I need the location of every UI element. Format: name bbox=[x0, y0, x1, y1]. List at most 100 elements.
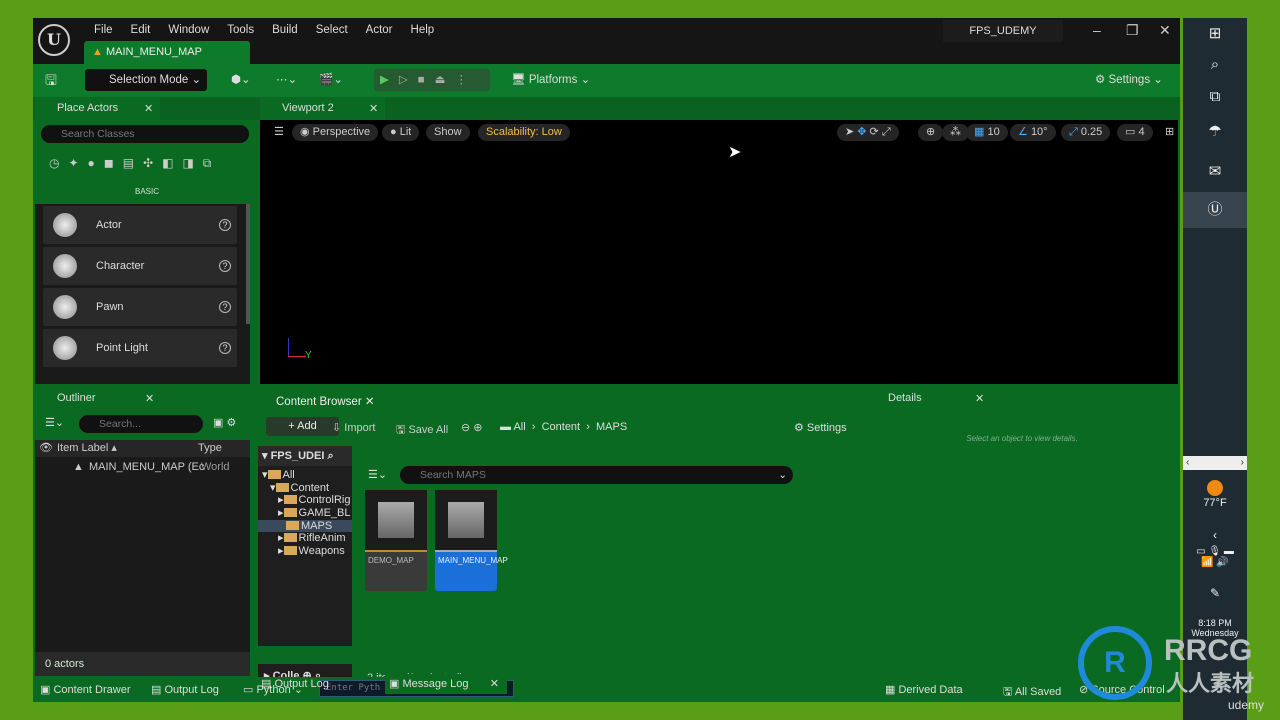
character-item[interactable]: Character? bbox=[43, 247, 237, 285]
tray-icons[interactable]: ▭ 🎙 ▬ 📶 🔊 bbox=[1183, 546, 1247, 568]
unreal-taskbar-icon[interactable]: Ⓤ bbox=[1183, 192, 1247, 228]
tray-expand-icon[interactable]: ‹ bbox=[1183, 528, 1247, 542]
cb-settings-button[interactable]: ⚙ Settings bbox=[794, 421, 847, 434]
import-button[interactable]: ⇩ Import bbox=[332, 421, 375, 434]
search-icon[interactable]: ⌕ bbox=[327, 450, 333, 462]
scalability-badge[interactable]: Scalability: Low bbox=[478, 124, 570, 141]
unreal-logo-icon[interactable]: U bbox=[38, 24, 70, 56]
point-light-item[interactable]: Point Light? bbox=[43, 329, 237, 367]
level-tab[interactable]: ▲ MAIN_MENU_MAP bbox=[84, 41, 250, 64]
folder-item-selected[interactable]: MAPS bbox=[258, 519, 352, 533]
outliner-search-input[interactable]: Search... bbox=[79, 415, 203, 433]
more-icon[interactable]: ⋮ bbox=[456, 74, 478, 86]
actor-item[interactable]: Actor? bbox=[43, 206, 237, 244]
windows-start-icon[interactable]: ⊞ bbox=[1183, 24, 1247, 42]
eject-icon[interactable]: ⏏ bbox=[435, 74, 456, 86]
menu-actor[interactable]: Actor bbox=[357, 21, 402, 39]
nav-history[interactable]: ⊖ ⊕ bbox=[461, 421, 483, 434]
grid-snap[interactable]: ▦ 10 bbox=[966, 124, 1008, 141]
blueprint-icon[interactable]: ⋯⌄ bbox=[276, 69, 297, 91]
menu-edit[interactable]: Edit bbox=[122, 21, 160, 39]
weather-temp[interactable]: 77°F bbox=[1183, 497, 1247, 509]
selection-mode-dropdown[interactable]: Selection Mode ⌄ bbox=[85, 69, 207, 91]
help-icon[interactable]: ? bbox=[219, 301, 231, 313]
help-icon[interactable]: ? bbox=[219, 219, 231, 231]
tab-content-browser[interactable]: Content Browser ✕ bbox=[258, 392, 375, 412]
content-drawer-button[interactable]: ▣ Content Drawer bbox=[40, 683, 131, 696]
outlook-icon[interactable]: ✉ bbox=[1183, 162, 1247, 180]
tab-details[interactable]: Details bbox=[868, 388, 992, 408]
add-button[interactable]: + Add bbox=[266, 417, 339, 436]
column-type[interactable]: Type bbox=[198, 440, 222, 457]
chevron-down-icon[interactable]: ⌄ bbox=[778, 466, 787, 484]
folder-item[interactable]: ▾ Content bbox=[258, 482, 352, 495]
folder-item[interactable]: ▸ GAME_BL bbox=[258, 507, 352, 520]
add-folder-icon[interactable]: ▣ ⚙ bbox=[213, 416, 236, 429]
filter-icon[interactable]: ☰⌄ bbox=[45, 416, 64, 429]
app-icon[interactable]: ☂ bbox=[1183, 122, 1247, 140]
cinematics-icon[interactable]: 🎬⌄ bbox=[319, 69, 343, 91]
close-icon[interactable]: ✕ bbox=[975, 392, 984, 405]
transform-tools[interactable]: ➤ ✥ ⟳ ⤢ bbox=[837, 124, 899, 141]
search-icon[interactable]: ⌕ bbox=[1183, 56, 1247, 73]
close-icon[interactable]: ✕ bbox=[365, 396, 375, 408]
step-icon[interactable]: ▷ bbox=[399, 74, 418, 86]
layout-icon[interactable]: ⊞ bbox=[1157, 124, 1182, 141]
search-maps-input[interactable]: Search MAPS ⌄ bbox=[400, 466, 793, 484]
derived-data-button[interactable]: ▦ Derived Data bbox=[885, 683, 963, 696]
restore-button[interactable]: ❐ bbox=[1126, 22, 1139, 39]
output-log-button[interactable]: ▤ Output Log bbox=[151, 683, 219, 696]
close-icon[interactable]: ✕ bbox=[369, 102, 378, 115]
tab-outliner[interactable]: Outliner bbox=[35, 388, 160, 408]
menu-tools[interactable]: Tools bbox=[218, 21, 263, 39]
tree-root[interactable]: ▾ FPS_UDEI ⌕ bbox=[258, 446, 352, 466]
message-log-tab[interactable]: ▣ Message Log ✕ bbox=[385, 674, 507, 694]
breadcrumb-maps[interactable]: MAPS bbox=[596, 421, 627, 433]
show-button[interactable]: Show bbox=[426, 124, 470, 141]
search-classes-input[interactable]: Search Classes bbox=[41, 125, 249, 143]
close-icon[interactable]: ✕ bbox=[144, 102, 153, 115]
tab-place-actors[interactable]: Place Actors bbox=[35, 97, 160, 120]
pawn-item[interactable]: Pawn? bbox=[43, 288, 237, 326]
settings-button[interactable]: ⚙ Settings ⌄ bbox=[1095, 69, 1163, 91]
all-saved-button[interactable]: 🖫 All Saved bbox=[1003, 683, 1061, 702]
viewport[interactable]: ☰ ◉ Perspective ● Lit Show Scalability: … bbox=[260, 120, 1178, 384]
help-icon[interactable]: ? bbox=[219, 260, 231, 272]
perspective-button[interactable]: ◉ Perspective bbox=[292, 124, 379, 141]
asset-demo-map[interactable]: DEMO_MAP bbox=[365, 490, 427, 591]
save-icon[interactable]: 🖫 bbox=[45, 69, 57, 91]
add-actor-icon[interactable]: ⬢⌄ bbox=[231, 69, 251, 91]
scale-snap[interactable]: ⤢ 0.25 bbox=[1061, 124, 1111, 141]
tab-viewport[interactable]: Viewport 2 bbox=[260, 97, 385, 120]
surface-snap-icon[interactable]: ⁂ bbox=[942, 124, 969, 141]
camera-speed[interactable]: ▭ 4 bbox=[1117, 124, 1153, 141]
task-view-icon[interactable]: ⧉ bbox=[1183, 88, 1247, 105]
menu-window[interactable]: Window bbox=[159, 21, 218, 39]
menu-select[interactable]: Select bbox=[307, 21, 357, 39]
eye-icon[interactable]: 👁 bbox=[35, 442, 53, 454]
viewport-menu-icon[interactable]: ☰ bbox=[266, 124, 292, 141]
globe-icon[interactable]: ⊕ bbox=[918, 124, 944, 141]
play-icon[interactable]: ▶ bbox=[380, 74, 399, 86]
menu-file[interactable]: File bbox=[85, 21, 122, 39]
floating-output-log-tab[interactable]: ▤ Output Log bbox=[261, 677, 329, 690]
lit-button[interactable]: ● Lit bbox=[382, 124, 420, 141]
minimize-button[interactable]: – bbox=[1093, 22, 1101, 38]
breadcrumb-content[interactable]: Content bbox=[542, 421, 581, 433]
folder-item[interactable]: ▾ All bbox=[258, 469, 352, 482]
stop-icon[interactable]: ■ bbox=[418, 74, 435, 86]
menu-help[interactable]: Help bbox=[402, 21, 444, 39]
asset-main-menu-map[interactable]: MAIN_MENU_MAP bbox=[435, 490, 508, 591]
folder-item[interactable]: ▸ RifleAnim bbox=[258, 532, 352, 545]
platforms-button[interactable]: 🖥 Platforms ⌄ bbox=[511, 69, 590, 91]
breadcrumb-all[interactable]: All bbox=[513, 421, 525, 433]
column-item-label[interactable]: Item Label ▴ bbox=[57, 440, 117, 457]
save-all-button[interactable]: 🖫 Save All bbox=[396, 421, 448, 440]
folder-item[interactable]: ▸ Weapons bbox=[258, 545, 352, 558]
close-window-button[interactable]: ✕ bbox=[1159, 22, 1171, 39]
rotation-snap[interactable]: ∠ 10° bbox=[1010, 124, 1056, 141]
help-icon[interactable]: ? bbox=[219, 342, 231, 354]
pen-icon[interactable]: ✎ bbox=[1183, 586, 1247, 600]
close-icon[interactable]: ✕ bbox=[490, 674, 499, 694]
category-icons[interactable]: ◷✦●◼▤✣◧◨⧉ bbox=[49, 156, 220, 171]
